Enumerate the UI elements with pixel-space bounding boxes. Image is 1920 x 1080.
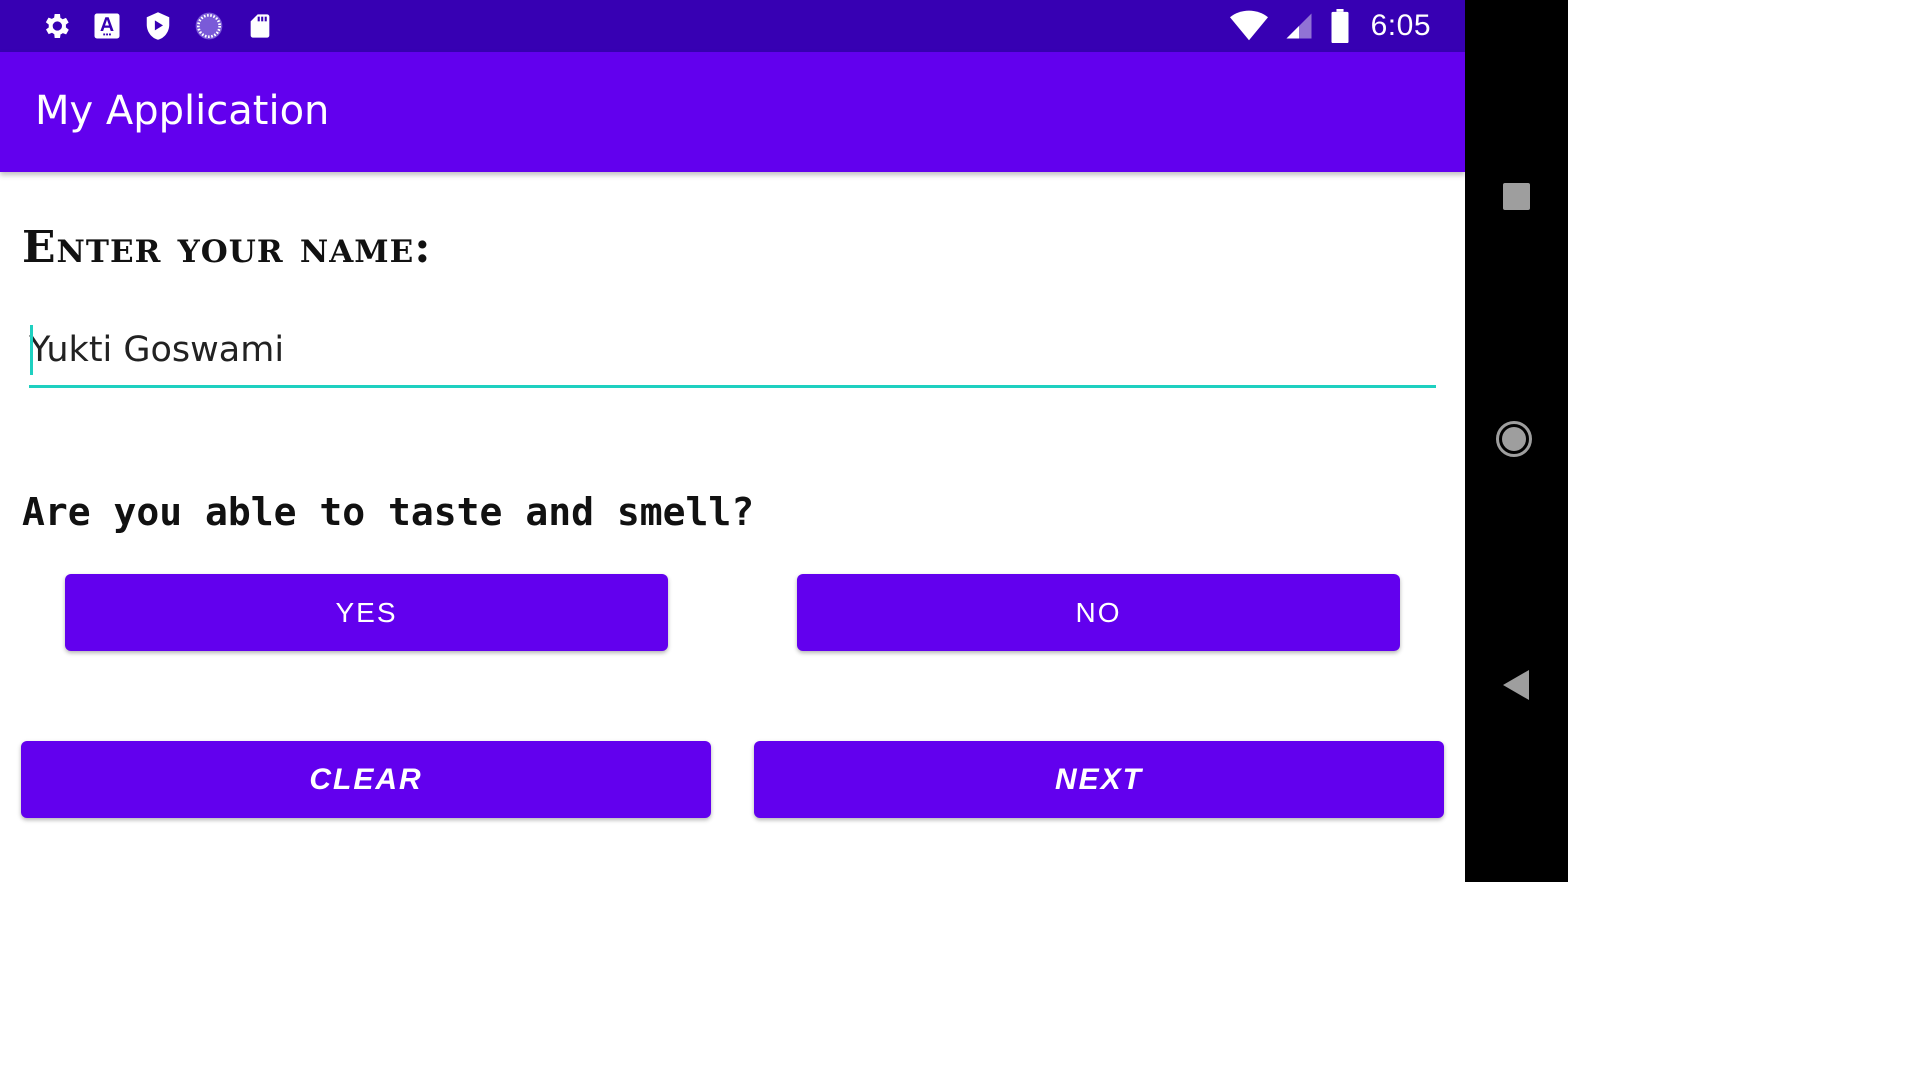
text-cursor [30,325,33,375]
status-clock: 6:05 [1370,9,1431,42]
back-icon[interactable] [1503,670,1529,700]
status-bar: 6:05 [0,0,1465,52]
sd-card-icon [244,10,276,42]
no-button[interactable]: NO [797,574,1400,651]
battery-icon [1329,9,1351,43]
system-status-icons: 6:05 [1229,8,1431,44]
taste-smell-question: Are you able to taste and smell? [22,490,755,534]
cell-signal-icon [1283,10,1315,42]
home-icon[interactable] [1496,421,1532,457]
notification-icons [40,10,276,42]
name-input-value[interactable]: Yukti Goswami [29,330,284,370]
recents-icon[interactable] [1503,183,1530,210]
clear-button[interactable]: CLEAR [21,741,711,818]
wifi-icon [1229,10,1269,42]
home-icon-inner [1502,427,1526,451]
name-label: Enter your name: [22,222,432,273]
shield-play-icon [142,10,174,42]
gear-icon [40,10,72,42]
app-screen: 6:05 My Application Enter your name: Yuk… [0,0,1465,882]
text-a-icon [91,10,123,42]
spinner-icon [193,10,225,42]
yes-button[interactable]: YES [65,574,668,651]
app-bar: My Application [0,52,1465,172]
app-title: My Application [35,88,330,134]
next-button[interactable]: NEXT [754,741,1444,818]
